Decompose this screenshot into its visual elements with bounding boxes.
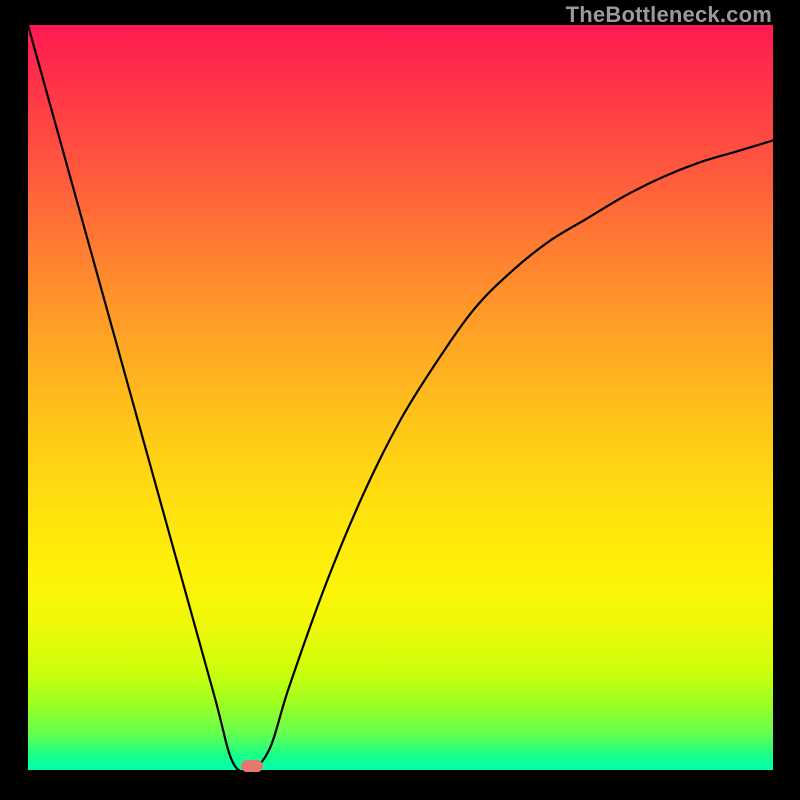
watermark-text: TheBottleneck.com xyxy=(566,2,772,28)
bottleneck-curve xyxy=(28,25,773,770)
optimal-point-marker xyxy=(241,760,263,772)
